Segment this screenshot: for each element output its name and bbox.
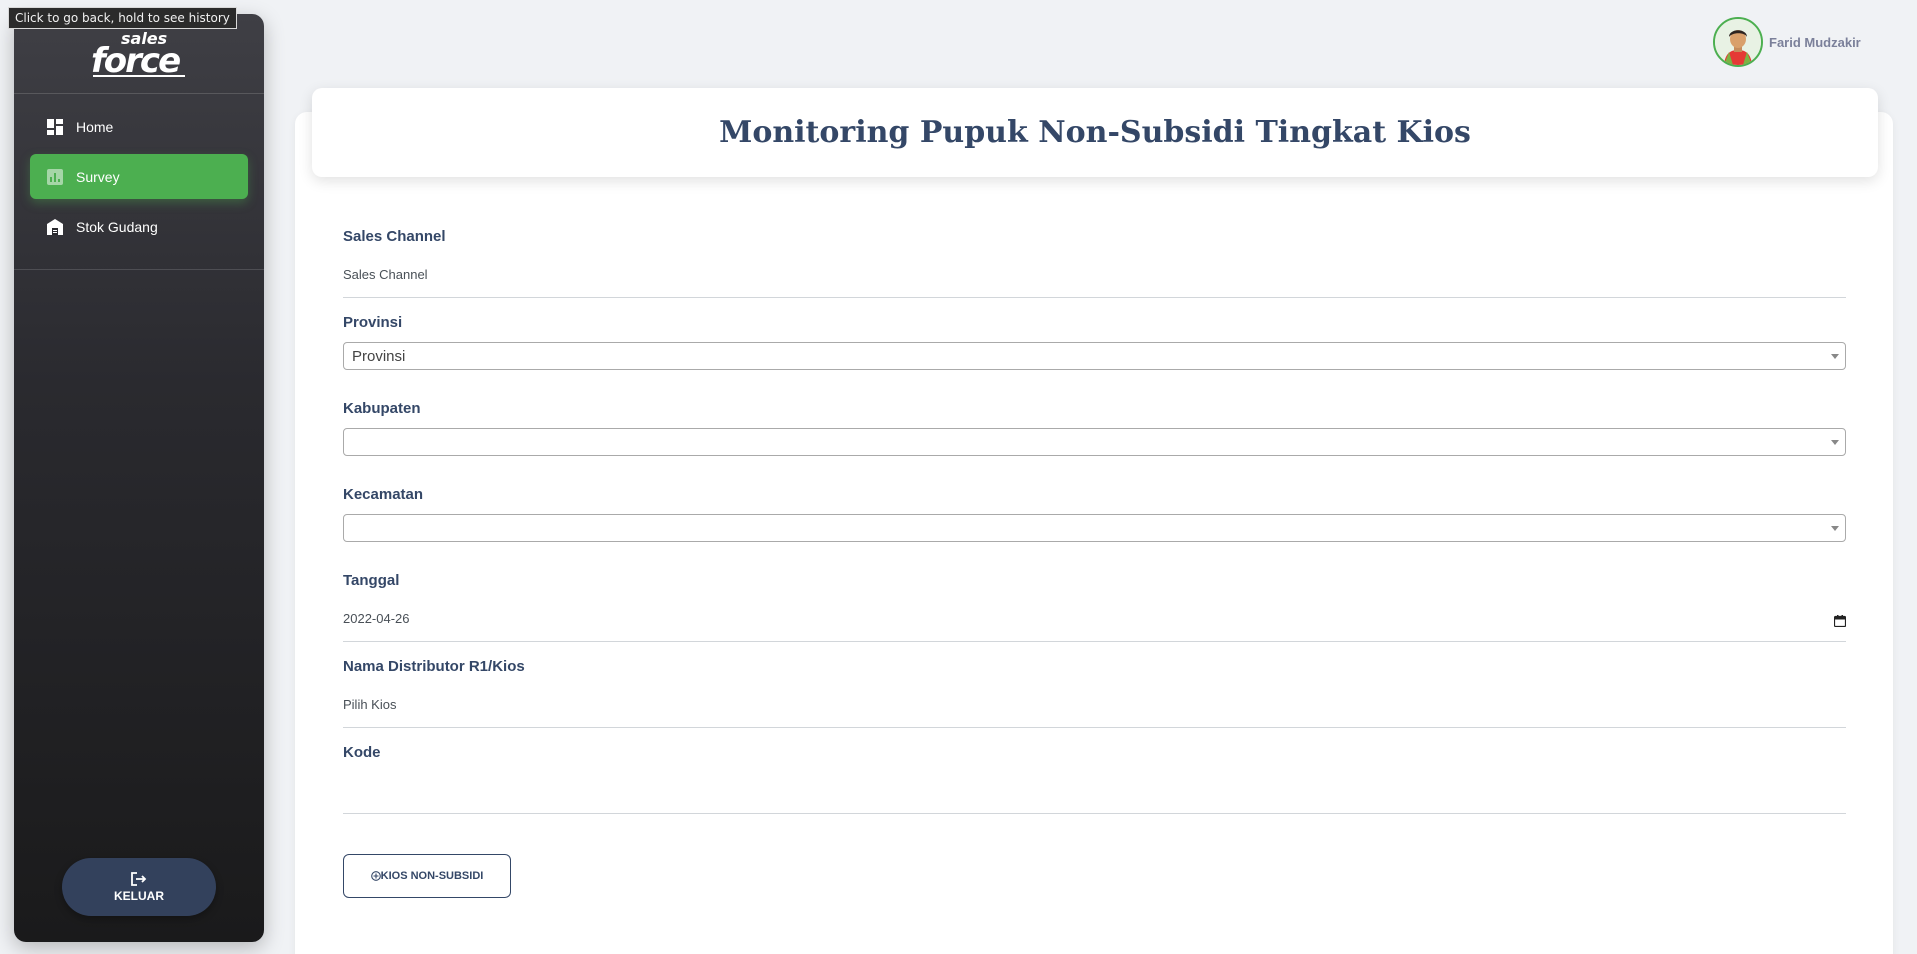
- kabupaten-field: Kabupaten: [343, 400, 1846, 486]
- avatar: [1713, 17, 1763, 67]
- page-header: Monitoring Pupuk Non-Subsidi Tingkat Kio…: [312, 88, 1878, 177]
- provinsi-label: Provinsi: [343, 314, 403, 331]
- user-menu[interactable]: Farid Mudzakir: [1713, 17, 1861, 67]
- back-tooltip: Click to go back, hold to see history: [8, 7, 237, 29]
- survey-form: Sales Channel Sales Channel Provinsi Pro…: [343, 228, 1847, 898]
- kabupaten-select[interactable]: [343, 428, 1846, 456]
- logout-button[interactable]: KELUAR: [62, 858, 216, 916]
- logout-label: KELUAR: [114, 888, 164, 903]
- sidebar-item-label: Survey: [76, 168, 120, 185]
- user-name: Farid Mudzakir: [1769, 34, 1861, 50]
- add-kios-non-subsidi-button[interactable]: KIOS NON-SUBSIDI: [343, 854, 511, 898]
- kabupaten-label: Kabupaten: [343, 400, 421, 417]
- kecamatan-select[interactable]: [343, 514, 1846, 542]
- chart-icon: [46, 168, 64, 186]
- dashboard-icon: [46, 118, 64, 136]
- sales-channel-label: Sales Channel: [343, 228, 446, 245]
- distributor-placeholder: Pilih Kios: [343, 697, 397, 712]
- sales-force-logo[interactable]: sales force: [87, 26, 191, 82]
- kecamatan-label: Kecamatan: [343, 486, 424, 503]
- distributor-label: Nama Distributor R1/Kios: [343, 658, 525, 675]
- sidebar-item-home[interactable]: Home: [30, 104, 248, 149]
- provinsi-value: Provinsi: [352, 347, 406, 365]
- provinsi-field: Provinsi Provinsi: [343, 314, 1846, 400]
- sidebar-item-label: Home: [76, 118, 114, 135]
- tanggal-field: Tanggal 2022-04-26: [343, 572, 1847, 658]
- kode-field: Kode: [343, 744, 1846, 830]
- provinsi-select[interactable]: Provinsi: [343, 342, 1846, 370]
- calendar-icon[interactable]: [1833, 612, 1847, 634]
- sales-channel-placeholder: Sales Channel: [343, 267, 428, 282]
- sidebar-item-label: Stok Gudang: [76, 218, 158, 235]
- kecamatan-field: Kecamatan: [343, 486, 1846, 572]
- add-circle-icon: [370, 871, 381, 881]
- logout-icon: [131, 871, 147, 886]
- sidebar-item-survey[interactable]: Survey: [30, 154, 248, 199]
- chevron-down-icon: [1831, 439, 1839, 445]
- sales-channel-input[interactable]: Sales Channel: [343, 264, 1846, 298]
- distributor-field: Nama Distributor R1/Kios Pilih Kios: [343, 658, 1846, 744]
- kode-input[interactable]: [343, 780, 1846, 814]
- chevron-down-icon: [1831, 525, 1839, 531]
- distributor-input[interactable]: Pilih Kios: [343, 694, 1846, 728]
- page-title: Monitoring Pupuk Non-Subsidi Tingkat Kio…: [719, 115, 1471, 150]
- sidebar: sales force Home Survey Stok Gudang KELU…: [14, 14, 264, 942]
- tanggal-input[interactable]: 2022-04-26: [343, 608, 1847, 642]
- sidebar-item-stok-gudang[interactable]: Stok Gudang: [30, 204, 248, 249]
- sales-channel-field: Sales Channel Sales Channel: [343, 228, 1846, 314]
- add-button-label: KIOS NON-SUBSIDI: [380, 870, 484, 882]
- warehouse-icon: [46, 218, 64, 236]
- sidebar-nav: Home Survey Stok Gudang: [14, 94, 264, 249]
- sidebar-divider: [14, 269, 264, 270]
- kode-label: Kode: [343, 744, 381, 761]
- chevron-down-icon: [1831, 353, 1839, 359]
- tanggal-value: 2022-04-26: [343, 611, 410, 626]
- tanggal-label: Tanggal: [343, 572, 400, 589]
